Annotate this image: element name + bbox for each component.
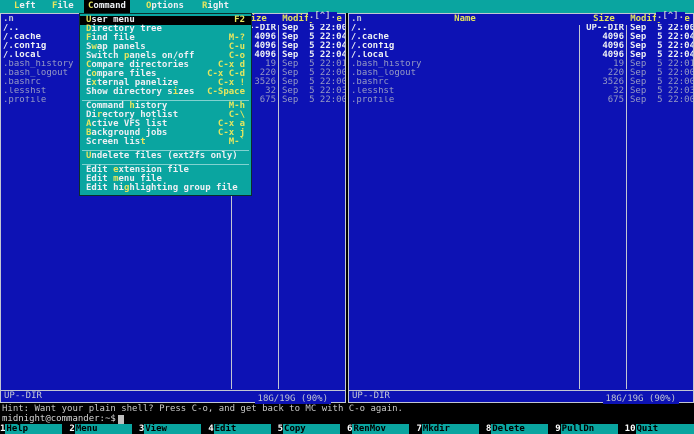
menubar-item-command[interactable]: Command [84, 0, 130, 13]
label-text: hlighting group file [129, 183, 238, 193]
menu-item-label: Edit highlighting group file [86, 184, 238, 193]
column-divider [579, 25, 580, 389]
label-text: Screen lis [86, 137, 141, 147]
label-text: zes [178, 87, 195, 97]
fkey-label: Copy [283, 424, 341, 434]
command-line[interactable]: midnight@commander:~$ [2, 415, 124, 424]
fkey-6-renmov[interactable]: 6 RenMov [347, 424, 416, 434]
panel-up-button[interactable]: .[^]. [307, 12, 337, 22]
file-row-profile[interactable]: .profile 675 Sep 5 22:00 [349, 96, 693, 105]
column-divider [626, 25, 627, 389]
file-name: /.. [351, 24, 368, 33]
fkey-5-copy[interactable]: 5 Copy [278, 424, 347, 434]
file-size: 675 [607, 95, 624, 105]
fkey-10-quit[interactable]: 10 Quit [625, 424, 694, 434]
fkey-2-menu[interactable]: 2 Menu [69, 424, 138, 434]
label-text: ight [207, 1, 230, 11]
menubar-item-options[interactable]: Options [142, 0, 188, 13]
menu-item-shortcut: C-Space [207, 87, 245, 97]
fkey-7-mkdir[interactable]: 7 Mkdir [416, 424, 485, 434]
column-name-label: Name [454, 14, 476, 24]
menu-item-label: Screen list [86, 138, 146, 147]
file-name: /.config [351, 42, 395, 51]
fkey-label: Mkdir [421, 424, 479, 434]
label-text: Show directory s [86, 87, 173, 97]
menu-item-shortcut: M-` [228, 137, 245, 147]
fkey-9-pulldn[interactable]: 9 PullDn [555, 424, 624, 434]
menu-item-show-directory-sizes[interactable]: Show directory sizes C-Space [80, 88, 251, 97]
sort-indicator: .n [3, 14, 14, 24]
panel-header: .nName Size Modify time [349, 14, 693, 24]
menubar-item-right[interactable]: Right [198, 0, 233, 13]
fkey-8-delete[interactable]: 8 Delete [486, 424, 555, 434]
menu-bar: Left File Command Options Right [0, 0, 694, 13]
file-name: .bash_history [351, 60, 422, 69]
fkey-number: 10 [624, 424, 636, 434]
label-text: Edit hi [86, 183, 124, 193]
file-name: /.cache [351, 33, 389, 42]
fkey-3-view[interactable]: 3 View [139, 424, 208, 434]
menu-item-screen-list[interactable]: Screen list M-` [80, 138, 251, 147]
menubar-item-left[interactable]: Left [10, 0, 40, 13]
hotkey-letter: t [140, 137, 146, 147]
menu-item-shortcut: F2 [234, 15, 245, 25]
fkey-1-help[interactable]: 1 Help [0, 424, 69, 434]
fkey-label: RenMov [352, 424, 410, 434]
fkey-label: Delete [491, 424, 549, 434]
panel-right: .[^]. 18G/19G (90%) .nName Size Modify t… [348, 12, 694, 404]
menu-item-undelete-files-ext2fs-only[interactable]: Undelete files (ext2fs only) [80, 152, 251, 161]
file-name: .bashrc [351, 78, 389, 87]
column-header-name[interactable]: .n Name [349, 14, 581, 24]
command-menu: User menu F2 Directory tree Find file M-? Swa… [79, 13, 252, 196]
menu-item-edit-highlighting-group-file[interactable]: Edit highlighting group file [80, 184, 251, 193]
menu-item-label: Undelete files (ext2fs only) [86, 152, 238, 161]
sort-indicator: .n [351, 14, 362, 24]
file-name: /.local [351, 51, 389, 60]
label-text: eft [19, 1, 36, 11]
file-name: .profile [351, 96, 395, 105]
fkey-label: Help [5, 424, 63, 434]
free-space-indicator: 18G/19G (90%) [602, 394, 679, 404]
file-mtime: Sep 5 22:00 [282, 95, 345, 105]
fkey-label: View [144, 424, 202, 434]
fkey-label: PullDn [560, 424, 618, 434]
column-divider [278, 25, 279, 389]
label-text: ndelete files (ext2fs only) [91, 151, 238, 161]
fkey-label: Quit [635, 424, 694, 434]
label-text: ile [57, 1, 74, 11]
fkey-label: Menu [74, 424, 132, 434]
shell-prompt: midnight@commander:~$ [2, 414, 116, 424]
function-key-bar: 1 Help 2 Menu 3 View 4 Edit 5 Copy 6 RenMov 7 Mkdir 8 D… [0, 424, 694, 434]
fkey-4-edit[interactable]: 4 Edit [208, 424, 277, 434]
panel-up-button[interactable]: .[^]. [655, 12, 685, 22]
free-space-indicator: 18G/19G (90%) [254, 394, 331, 404]
label-text: ptions [151, 1, 184, 11]
mc-screen: Left File Command Options Right .[^]. 18G/19… [0, 0, 694, 434]
menubar-item-file[interactable]: File [48, 0, 78, 13]
hint-line: Hint: Want your plain shell? Press C-o, … [2, 404, 403, 414]
fkey-label: Edit [213, 424, 271, 434]
text-cursor [117, 415, 124, 424]
file-mtime: Sep 5 22:00 [630, 95, 693, 105]
file-list: /.. UP--DIR Sep 5 22:00/.cache 4096 Sep 5 22… [349, 24, 693, 390]
file-name: .bash_logout [351, 69, 417, 78]
menu-item-label: Show directory sizes [86, 88, 194, 97]
label-text: ommand [93, 1, 126, 11]
file-name: .lesshst [351, 87, 395, 96]
column-header-size[interactable]: Size [581, 14, 627, 24]
